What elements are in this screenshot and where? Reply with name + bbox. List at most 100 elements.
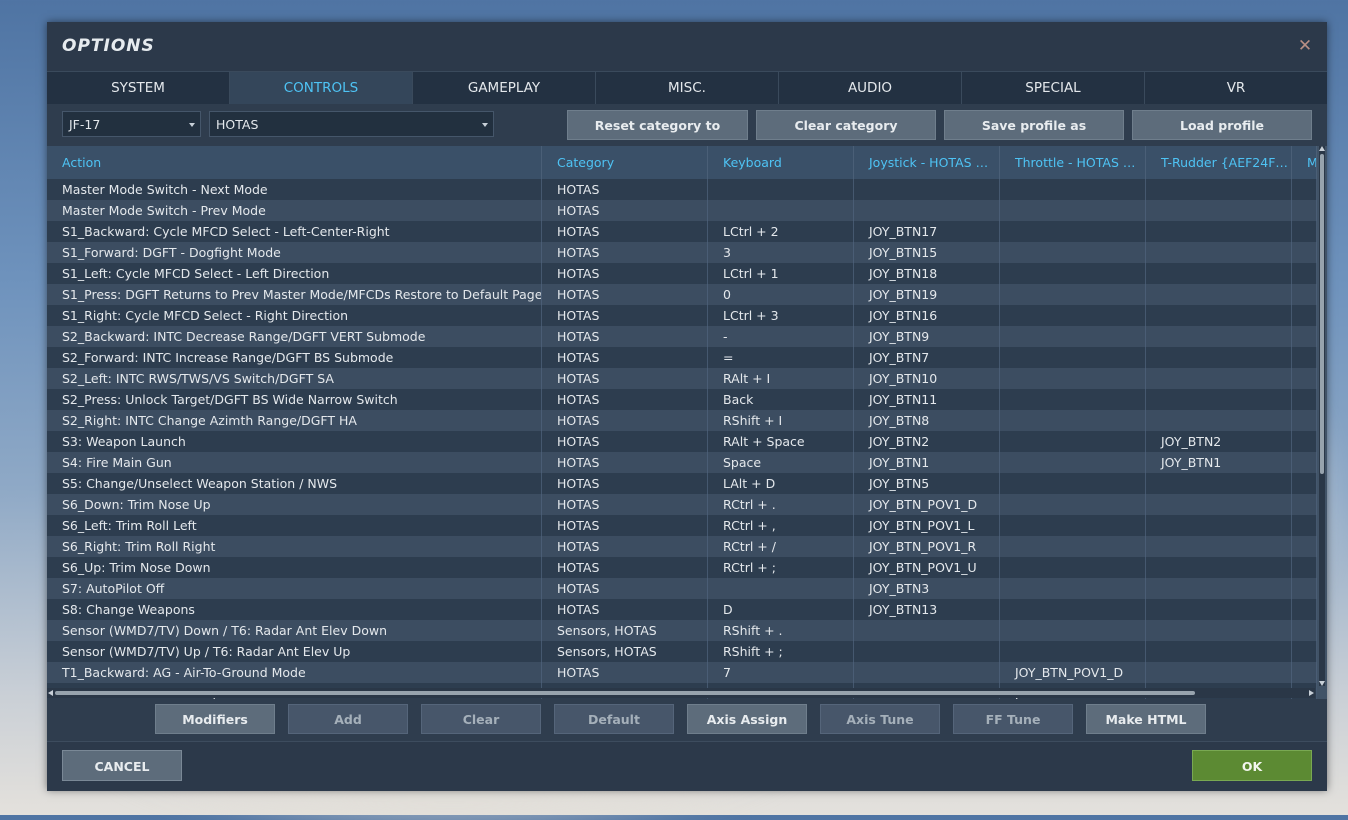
tab-misc[interactable]: MISC. xyxy=(596,71,779,104)
ok-button[interactable]: OK xyxy=(1192,750,1312,781)
cell-keyboard[interactable]: LCtrl + 2 xyxy=(708,221,854,242)
cell-throttle[interactable] xyxy=(1000,347,1146,368)
cell-more[interactable] xyxy=(1292,221,1317,242)
column-header-category[interactable]: Category xyxy=(542,146,708,179)
cell-joystick[interactable]: JOY_BTN10 xyxy=(854,368,1000,389)
cell-rudder[interactable] xyxy=(1146,263,1292,284)
cell-joystick[interactable]: JOY_BTN7 xyxy=(854,347,1000,368)
cell-joystick[interactable]: JOY_BTN9 xyxy=(854,326,1000,347)
cell-more[interactable] xyxy=(1292,242,1317,263)
table-row[interactable]: S8: Change Weapons HOTAS D JOY_BTN13 xyxy=(47,599,1317,620)
load-profile-button[interactable]: Load profile xyxy=(1132,110,1312,140)
cell-action[interactable]: S2_Left: INTC RWS/TWS/VS Switch/DGFT SA xyxy=(47,368,542,389)
cell-more[interactable] xyxy=(1292,200,1317,221)
cell-keyboard[interactable]: RShift + . xyxy=(708,620,854,641)
cell-joystick[interactable]: JOY_BTN_POV1_R xyxy=(854,536,1000,557)
table-row[interactable]: S1_Press: DGFT Returns to Prev Master Mo… xyxy=(47,284,1317,305)
cell-action[interactable]: S1_Forward: DGFT - Dogfight Mode xyxy=(47,242,542,263)
cell-rudder[interactable] xyxy=(1146,641,1292,662)
cell-rudder[interactable] xyxy=(1146,557,1292,578)
cell-joystick[interactable]: JOY_BTN16 xyxy=(854,305,1000,326)
cell-category[interactable]: HOTAS xyxy=(542,284,708,305)
cell-category[interactable]: HOTAS xyxy=(542,221,708,242)
cell-rudder[interactable] xyxy=(1146,473,1292,494)
cell-joystick[interactable] xyxy=(854,179,1000,200)
cell-rudder[interactable] xyxy=(1146,536,1292,557)
cell-more[interactable] xyxy=(1292,368,1317,389)
cell-joystick[interactable]: JOY_BTN18 xyxy=(854,263,1000,284)
add-button[interactable]: Add xyxy=(288,704,408,734)
cell-action[interactable]: Master Mode Switch - Prev Mode xyxy=(47,200,542,221)
cell-throttle[interactable] xyxy=(1000,305,1146,326)
cell-action[interactable]: S6_Right: Trim Roll Right xyxy=(47,536,542,557)
cell-rudder[interactable] xyxy=(1146,620,1292,641)
cell-action[interactable]: S2_Press: Unlock Target/DGFT BS Wide Nar… xyxy=(47,389,542,410)
cell-joystick[interactable] xyxy=(854,641,1000,662)
cell-keyboard[interactable]: 0 xyxy=(708,284,854,305)
cell-keyboard[interactable]: - xyxy=(708,326,854,347)
cell-throttle[interactable] xyxy=(1000,515,1146,536)
cell-throttle[interactable] xyxy=(1000,452,1146,473)
reset-category-button[interactable]: Reset category to default xyxy=(567,110,748,163)
cell-more[interactable] xyxy=(1292,473,1317,494)
table-row[interactable]: Master Mode Switch - Next Mode HOTAS xyxy=(47,179,1317,200)
cell-more[interactable] xyxy=(1292,326,1317,347)
cell-rudder[interactable] xyxy=(1146,326,1292,347)
cell-category[interactable]: HOTAS xyxy=(542,263,708,284)
cell-category[interactable]: HOTAS xyxy=(542,578,708,599)
cell-joystick[interactable]: JOY_BTN13 xyxy=(854,599,1000,620)
cell-joystick[interactable]: JOY_BTN3 xyxy=(854,578,1000,599)
tab-special[interactable]: SPECIAL xyxy=(962,71,1145,104)
cell-rudder[interactable] xyxy=(1146,179,1292,200)
cell-action[interactable]: Sensor (WMD7/TV) Down / T6: Radar Ant El… xyxy=(47,620,542,641)
cell-more[interactable] xyxy=(1292,620,1317,641)
table-row[interactable]: S2_Press: Unlock Target/DGFT BS Wide Nar… xyxy=(47,389,1317,410)
scroll-down-icon[interactable] xyxy=(1319,681,1325,686)
cell-action[interactable]: S6_Down: Trim Nose Up xyxy=(47,494,542,515)
tab-gameplay[interactable]: GAMEPLAY xyxy=(413,71,596,104)
tab-vr[interactable]: VR xyxy=(1145,71,1327,104)
cell-keyboard[interactable]: 3 xyxy=(708,242,854,263)
cell-rudder[interactable] xyxy=(1146,284,1292,305)
cell-keyboard[interactable]: RShift + ; xyxy=(708,641,854,662)
cell-rudder[interactable] xyxy=(1146,200,1292,221)
table-row[interactable]: S6_Left: Trim Roll Left HOTAS RCtrl + , JOY… xyxy=(47,515,1317,536)
cell-throttle[interactable]: JOY_BTN_POV1_D xyxy=(1000,662,1146,683)
cell-rudder[interactable]: JOY_BTN2 xyxy=(1146,431,1292,452)
table-row[interactable]: S7: AutoPilot Off HOTAS JOY_BTN3 xyxy=(47,578,1317,599)
cell-more[interactable] xyxy=(1292,515,1317,536)
cell-rudder[interactable] xyxy=(1146,305,1292,326)
cell-joystick[interactable]: JOY_BTN_POV1_U xyxy=(854,557,1000,578)
vertical-scroll-thumb[interactable] xyxy=(1320,154,1324,474)
cell-rudder[interactable] xyxy=(1146,599,1292,620)
cell-keyboard[interactable]: 7 xyxy=(708,662,854,683)
cell-category[interactable]: HOTAS xyxy=(542,536,708,557)
cell-keyboard[interactable] xyxy=(708,200,854,221)
cell-keyboard[interactable]: Space xyxy=(708,452,854,473)
cell-rudder[interactable]: JOY_BTN1 xyxy=(1146,452,1292,473)
column-header-more[interactable]: M xyxy=(1292,146,1317,179)
ff-tune-button[interactable]: FF Tune xyxy=(953,704,1073,734)
cell-action[interactable]: S1_Backward: Cycle MFCD Select - Left-Ce… xyxy=(47,221,542,242)
cell-throttle[interactable] xyxy=(1000,473,1146,494)
cell-more[interactable] xyxy=(1292,641,1317,662)
cell-keyboard[interactable]: = xyxy=(708,347,854,368)
cell-action[interactable]: S4: Fire Main Gun xyxy=(47,452,542,473)
cell-category[interactable]: HOTAS xyxy=(542,494,708,515)
cell-category[interactable]: Sensors, HOTAS xyxy=(542,620,708,641)
column-header-action[interactable]: Action xyxy=(47,146,542,179)
save-profile-button[interactable]: Save profile as xyxy=(944,110,1124,140)
cell-joystick[interactable]: JOY_BTN2 xyxy=(854,431,1000,452)
cell-throttle[interactable] xyxy=(1000,578,1146,599)
cell-category[interactable]: HOTAS xyxy=(542,305,708,326)
cell-throttle[interactable] xyxy=(1000,557,1146,578)
cell-throttle[interactable] xyxy=(1000,368,1146,389)
tab-audio[interactable]: AUDIO xyxy=(779,71,962,104)
table-row[interactable]: S1_Backward: Cycle MFCD Select - Left-Ce… xyxy=(47,221,1317,242)
cell-more[interactable] xyxy=(1292,431,1317,452)
cell-throttle[interactable] xyxy=(1000,599,1146,620)
cell-category[interactable]: HOTAS xyxy=(542,431,708,452)
cell-throttle[interactable] xyxy=(1000,326,1146,347)
cell-rudder[interactable] xyxy=(1146,578,1292,599)
cell-joystick[interactable]: JOY_BTN1 xyxy=(854,452,1000,473)
